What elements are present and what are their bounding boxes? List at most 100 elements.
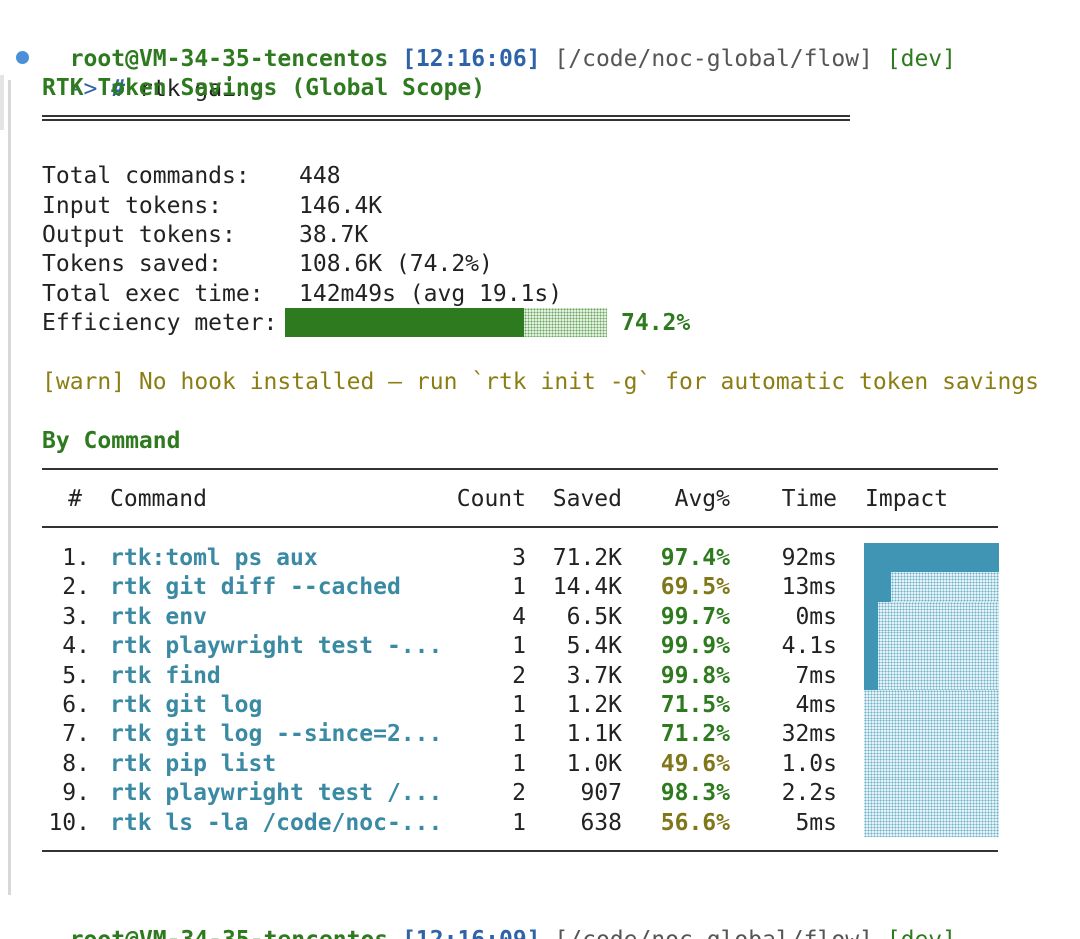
row-avg: 97.4% — [660, 545, 730, 571]
row-command: rtk git log — [110, 692, 263, 718]
row-time: 4ms — [795, 692, 837, 718]
row-command: rtk git diff --cached — [110, 574, 401, 600]
row-saved: 3.7K — [566, 663, 622, 689]
row-command: rtk env — [110, 604, 207, 630]
table-header-rule — [42, 526, 998, 528]
row-num: 1. — [62, 545, 90, 571]
row-saved: 6.5K — [566, 604, 622, 630]
impact-remaining — [864, 808, 999, 837]
row-avg: 49.6% — [660, 751, 730, 777]
row-saved: 1.1K — [566, 721, 622, 747]
row-impact-bar — [864, 690, 999, 719]
row-saved: 1.2K — [566, 692, 622, 718]
row-saved: 71.2K — [552, 545, 622, 571]
row-count: 2 — [512, 663, 526, 689]
impact-remaining — [878, 602, 999, 631]
row-time: 4.1s — [781, 633, 837, 659]
row-count: 1 — [512, 810, 526, 836]
row-avg: 99.9% — [660, 633, 730, 659]
impact-fill — [864, 602, 878, 631]
row-num: 7. — [62, 721, 90, 747]
header-num: # — [68, 486, 82, 512]
command-line: -> # rtk gain — [42, 44, 250, 102]
row-count: 4 — [512, 604, 526, 630]
row-command: rtk pip list — [110, 751, 277, 777]
prompt-branch: [dev] — [887, 927, 956, 939]
row-saved: 907 — [580, 780, 622, 806]
report-title: RTK Token Savings (Global Scope) — [42, 75, 486, 101]
row-time: 1.0s — [781, 751, 837, 777]
header-impact: Impact — [865, 486, 949, 512]
header-time: Time — [781, 486, 837, 512]
impact-remaining — [864, 778, 999, 808]
row-impact-bar — [864, 543, 999, 572]
warning-message: [warn] No hook installed — run `rtk init… — [42, 369, 1039, 395]
impact-remaining — [878, 631, 999, 661]
row-saved: 1.0K — [566, 751, 622, 777]
row-impact-bar — [864, 631, 999, 661]
impact-fill — [864, 543, 999, 572]
impact-remaining — [891, 572, 999, 602]
header-avg: Avg% — [674, 486, 730, 512]
prompt-path: [/code/noc-global/flow] — [554, 46, 873, 72]
row-time: 7ms — [795, 663, 837, 689]
efficiency-meter-fill — [285, 308, 524, 337]
stat-label: Output tokens: — [42, 222, 236, 248]
impact-fill — [864, 631, 878, 661]
row-avg: 99.8% — [660, 663, 730, 689]
table-top-rule — [42, 468, 998, 470]
title-divider — [42, 115, 850, 121]
row-num: 5. — [62, 663, 90, 689]
status-dot-icon — [16, 51, 29, 64]
stat-value: 38.7K — [299, 222, 369, 248]
row-avg: 71.5% — [660, 692, 730, 718]
row-impact-bar — [864, 661, 999, 690]
efficiency-meter — [285, 308, 607, 337]
stat-label: Total exec time: — [42, 281, 264, 307]
row-time: 2.2s — [781, 780, 837, 806]
row-num: 2. — [62, 574, 90, 600]
row-count: 1 — [512, 692, 526, 718]
row-avg: 98.3% — [660, 780, 730, 806]
row-saved: 14.4K — [552, 574, 622, 600]
row-num: 4. — [62, 633, 90, 659]
row-avg: 99.7% — [660, 604, 730, 630]
command-line-2[interactable]: -> # — [42, 924, 151, 939]
header-command: Command — [110, 486, 207, 512]
row-command: rtk:toml ps aux — [110, 545, 318, 571]
stat-label: Total commands: — [42, 163, 250, 189]
row-command: rtk find — [110, 663, 221, 689]
impact-remaining — [878, 661, 999, 690]
efficiency-meter-remaining — [524, 308, 607, 337]
impact-remaining — [864, 749, 999, 778]
stat-value: 142m49s (avg 19.1s) — [299, 281, 563, 307]
row-saved: 638 — [580, 810, 622, 836]
row-num: 10. — [48, 810, 90, 836]
row-impact-bar — [864, 572, 999, 602]
impact-fill — [864, 572, 891, 602]
gutter-marker — [0, 75, 4, 130]
row-time: 92ms — [781, 545, 837, 571]
prompt-path: [/code/noc-global/flow] — [554, 927, 873, 939]
stat-label: Tokens saved: — [42, 251, 223, 277]
row-count: 1 — [512, 633, 526, 659]
prompt-line-2: root@VM-34-35-tencentos [12:16:09] [/cod… — [42, 895, 956, 939]
gutter-line — [8, 80, 11, 895]
prompt-branch: [dev] — [886, 46, 957, 72]
row-avg: 71.2% — [660, 721, 730, 747]
stat-value: 108.6K (74.2%) — [299, 251, 493, 277]
row-impact-bar — [864, 719, 999, 749]
impact-fill — [864, 661, 878, 690]
stat-value: 146.4K — [299, 193, 383, 219]
row-impact-bar — [864, 602, 999, 631]
efficiency-label: Efficiency meter: — [42, 310, 278, 336]
row-count: 3 — [512, 545, 526, 571]
row-saved: 5.4K — [566, 633, 622, 659]
row-impact-bar — [864, 778, 999, 808]
header-count: Count — [456, 486, 526, 512]
impact-remaining — [864, 719, 999, 749]
row-impact-bar — [864, 808, 999, 837]
impact-remaining — [864, 690, 999, 719]
row-avg: 56.6% — [660, 810, 730, 836]
row-command: rtk git log --since=2... — [110, 721, 443, 747]
